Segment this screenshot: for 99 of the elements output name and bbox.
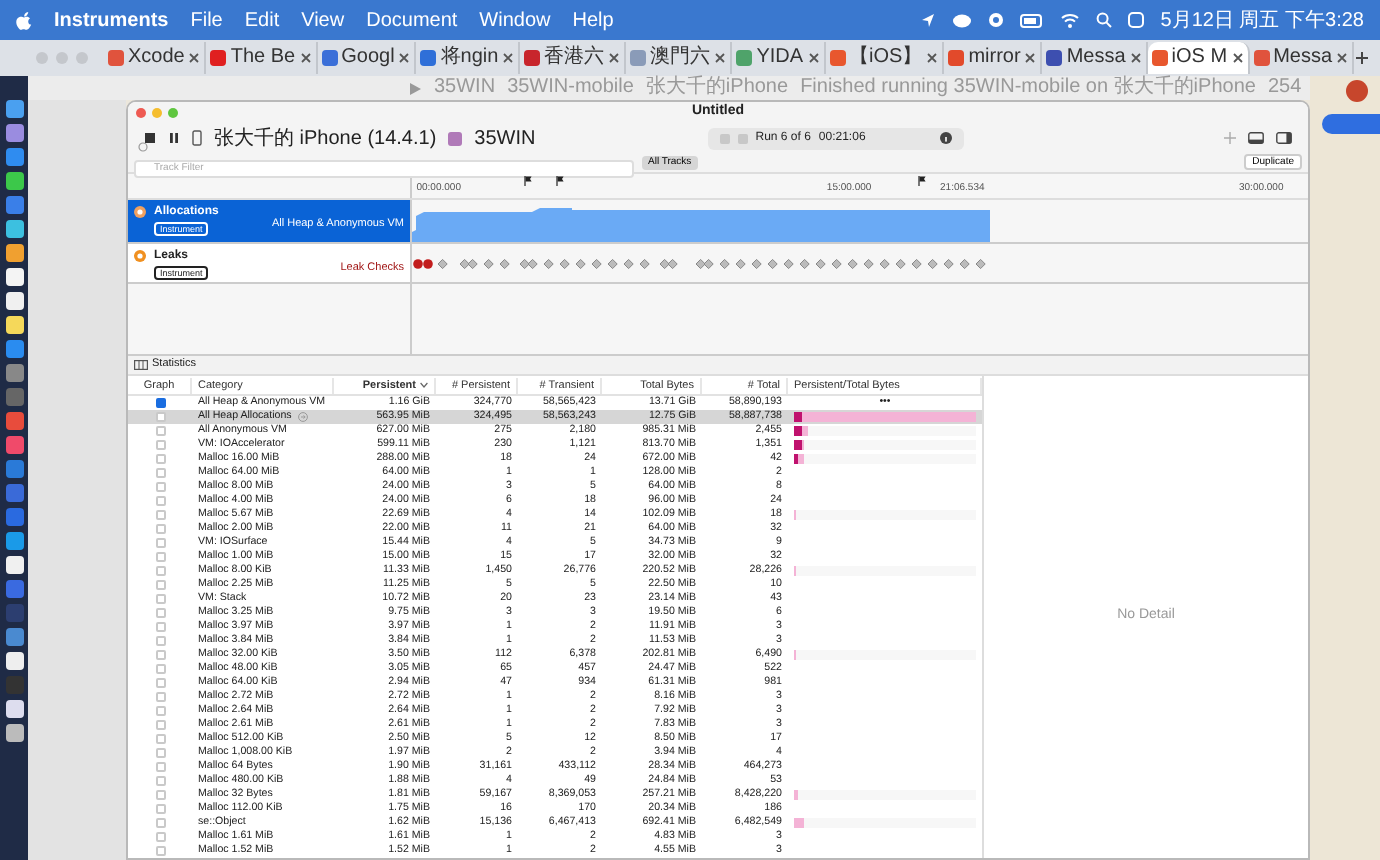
- close-icon[interactable]: [1129, 52, 1142, 64]
- apple-menu-icon[interactable]: [16, 11, 32, 29]
- browser-tab[interactable]: 澳門六: [626, 42, 733, 74]
- sort-caret-icon[interactable]: [420, 382, 428, 388]
- flag-icon: [555, 176, 564, 186]
- device-selector[interactable]: 张大千的 iPhone (14.4.1): [214, 123, 437, 153]
- warning-count: 254: [1267, 76, 1302, 100]
- menu-item[interactable]: Edit: [244, 5, 280, 35]
- browser-tab[interactable]: 香港六: [520, 42, 627, 74]
- browser-tab[interactable]: iOS M: [1147, 42, 1250, 74]
- browser-tab[interactable]: Messa: [1042, 42, 1148, 74]
- close-icon[interactable]: [1024, 52, 1037, 64]
- browser-tab[interactable]: The Be: [206, 42, 318, 74]
- focus-arrow-icon[interactable]: [297, 412, 308, 422]
- right-panel-icon[interactable]: [1276, 132, 1292, 144]
- close-icon[interactable]: [807, 52, 820, 64]
- graph-checkbox[interactable]: [155, 412, 165, 422]
- instrument-icon: [134, 206, 146, 218]
- close-icon[interactable]: [608, 52, 621, 64]
- graph-checkbox[interactable]: [155, 496, 165, 506]
- target-app[interactable]: 35WIN: [474, 123, 536, 153]
- graph-checkbox[interactable]: [155, 594, 165, 604]
- browser-tab[interactable]: Xcode: [104, 42, 207, 74]
- graph-checkbox[interactable]: [155, 398, 165, 408]
- add-icon[interactable]: [1224, 132, 1236, 144]
- graph-checkbox[interactable]: [155, 748, 165, 758]
- graph-checkbox[interactable]: [155, 804, 165, 814]
- pause-icon[interactable]: [168, 132, 180, 144]
- close-icon[interactable]: [502, 52, 515, 64]
- graph-checkbox[interactable]: [155, 678, 165, 688]
- browser-tab[interactable]: Googl: [317, 42, 417, 74]
- filter-icon: [138, 142, 148, 152]
- flag-icon: [918, 176, 927, 186]
- flag-icon: [524, 176, 532, 186]
- graph-checkbox[interactable]: [155, 510, 165, 520]
- new-tab-icon[interactable]: [1354, 50, 1371, 66]
- table-icon: [134, 360, 148, 370]
- battery-icon[interactable]: [1020, 13, 1045, 27]
- graph-checkbox[interactable]: [155, 762, 165, 772]
- graph-checkbox[interactable]: [155, 636, 165, 646]
- browser-tab[interactable]: mirror: [944, 42, 1043, 74]
- graph-checkbox[interactable]: [155, 776, 165, 786]
- scheme-label: 35WIN: [434, 76, 496, 100]
- graph-checkbox[interactable]: [155, 818, 165, 828]
- browser-tab[interactable]: YIDA: [732, 42, 826, 74]
- app-menu[interactable]: Instruments: [54, 5, 169, 35]
- close-icon[interactable]: [926, 52, 939, 64]
- close-icon[interactable]: [1336, 52, 1349, 64]
- location-icon[interactable]: [920, 12, 937, 28]
- info-icon[interactable]: [939, 132, 952, 144]
- side-tab[interactable]: [1321, 114, 1380, 134]
- close-icon[interactable]: [714, 52, 727, 64]
- menu-item[interactable]: Window: [479, 5, 551, 35]
- graph-checkbox[interactable]: [155, 692, 165, 702]
- control-center-icon[interactable]: [1128, 12, 1145, 28]
- graph-checkbox[interactable]: [155, 846, 165, 856]
- menu-item[interactable]: Help: [572, 5, 614, 35]
- stop-icon[interactable]: [144, 132, 156, 144]
- browser-tab[interactable]: Messa: [1249, 42, 1355, 74]
- graph-checkbox[interactable]: [155, 524, 165, 534]
- cloud-icon[interactable]: [952, 12, 973, 28]
- close-icon[interactable]: [188, 52, 201, 64]
- graph-checkbox[interactable]: [155, 650, 165, 660]
- graph-checkbox[interactable]: [155, 454, 165, 464]
- run-icon[interactable]: [408, 81, 422, 95]
- close-icon[interactable]: [398, 52, 411, 64]
- graph-checkbox[interactable]: [155, 706, 165, 716]
- graph-checkbox[interactable]: [155, 734, 165, 744]
- close-icon[interactable]: [299, 52, 312, 64]
- graph-checkbox[interactable]: [155, 538, 165, 548]
- menu-item[interactable]: Document: [366, 5, 458, 35]
- graph-checkbox[interactable]: [155, 622, 165, 632]
- bottom-panel-icon[interactable]: [1248, 132, 1264, 144]
- browser-tab[interactable]: 将ngin: [416, 42, 521, 74]
- activity-status: Finished running 35WIN-mobile on 张大千的iPhone: [800, 76, 1256, 100]
- graph-checkbox[interactable]: [155, 468, 165, 478]
- status-icon[interactable]: [988, 12, 1005, 28]
- graph-checkbox[interactable]: [155, 482, 165, 492]
- app-icon: [448, 131, 463, 145]
- graph-checkbox[interactable]: [155, 566, 165, 576]
- graph-checkbox[interactable]: [155, 426, 165, 436]
- close-icon[interactable]: [1231, 52, 1244, 64]
- graph-checkbox[interactable]: [155, 790, 165, 800]
- graph-checkbox[interactable]: [155, 552, 165, 562]
- search-icon[interactable]: [1096, 12, 1113, 28]
- graph-checkbox[interactable]: [155, 440, 165, 450]
- graph-checkbox[interactable]: [155, 720, 165, 730]
- menu-bar-clock: 5月12日 周五 下午3:28: [1160, 7, 1364, 35]
- graph-checkbox[interactable]: [155, 608, 165, 618]
- phone-icon: [192, 130, 202, 146]
- menu-item[interactable]: File: [190, 5, 223, 35]
- instrument-icon: [134, 250, 146, 262]
- wifi-icon[interactable]: [1060, 12, 1081, 28]
- browser-tab[interactable]: 【iOS】: [825, 42, 945, 74]
- graph-checkbox[interactable]: [155, 832, 165, 842]
- avatar-icon[interactable]: [1346, 80, 1368, 102]
- menu-item[interactable]: View: [301, 5, 345, 35]
- graph-checkbox[interactable]: [155, 664, 165, 674]
- graph-checkbox[interactable]: [155, 580, 165, 590]
